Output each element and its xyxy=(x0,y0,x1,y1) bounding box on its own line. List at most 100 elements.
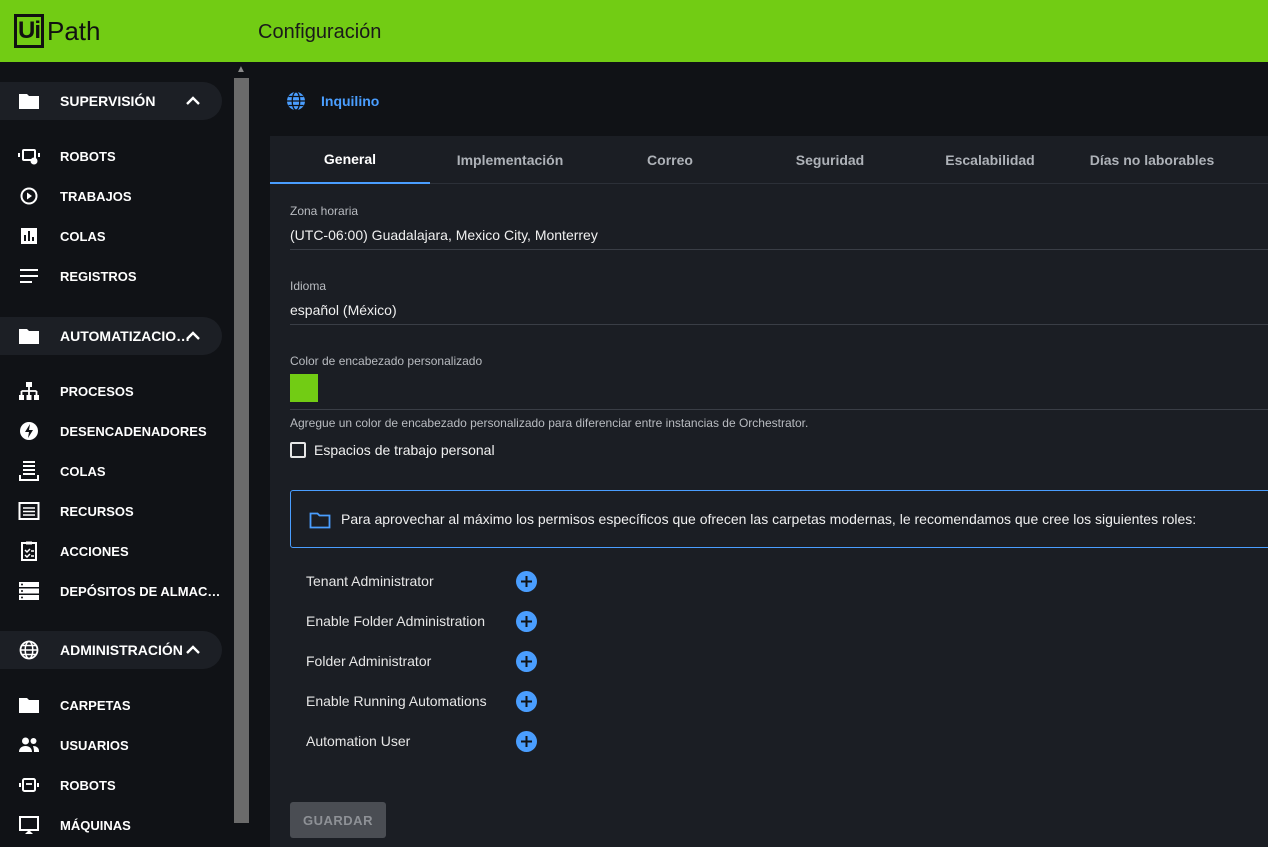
sidebar-item-label: ACCIONES xyxy=(60,543,129,559)
sidebar-item-label: ROBOTS xyxy=(60,777,116,793)
plus-icon xyxy=(521,576,532,587)
folder-icon xyxy=(19,698,39,713)
tenant-label: Inquilino xyxy=(321,93,380,109)
sidebar-item-usuarios[interactable]: USUARIOS xyxy=(0,730,222,760)
timezone-value[interactable]: (UTC-06:00) Guadalajara, Mexico City, Mo… xyxy=(290,227,1268,243)
role-row: Tenant Administrator xyxy=(306,570,566,594)
sidebar-item-robots[interactable]: ROBOTS xyxy=(0,141,222,171)
role-label: Enable Running Automations xyxy=(306,693,487,709)
sidebar-item-label: MÁQUINAS xyxy=(60,817,131,833)
role-row: Automation User xyxy=(306,730,566,754)
uipath-logo[interactable]: Ui Path xyxy=(14,14,101,48)
folder-icon xyxy=(19,94,39,109)
bolt-icon xyxy=(20,422,38,440)
sidebar-item-label: CARPETAS xyxy=(60,697,131,713)
role-label: Tenant Administrator xyxy=(306,573,434,589)
plus-icon xyxy=(521,736,532,747)
add-role-button[interactable] xyxy=(516,691,537,712)
sidebar-item-robots-admin[interactable]: ROBOTS xyxy=(0,770,222,800)
logo-box: Ui xyxy=(14,14,44,48)
sidebar-item-registros[interactable]: REGISTROS xyxy=(0,261,222,291)
sidebar-item-label: COLAS xyxy=(60,463,106,479)
chevron-up-icon[interactable] xyxy=(184,327,202,345)
sidebar-section-label: SUPERVISIÓN xyxy=(60,93,156,109)
sidebar-item-label: DESENCADENADORES xyxy=(60,423,207,439)
robot-monitor-icon xyxy=(18,149,40,165)
sidebar-item-label: REGISTROS xyxy=(60,268,137,284)
sidebar-item-colas-auto[interactable]: COLAS xyxy=(0,456,222,486)
role-row: Enable Folder Administration xyxy=(306,610,566,634)
machine-icon xyxy=(19,816,39,834)
sidebar-item-acciones[interactable]: ACCIONES xyxy=(0,536,222,566)
header-color-field: Color de encabezado personalizado xyxy=(290,354,1268,410)
language-field[interactable]: Idioma español (México) xyxy=(290,279,1268,325)
timezone-field[interactable]: Zona horaria (UTC-06:00) Guadalajara, Me… xyxy=(290,204,1268,250)
sidebar-section-supervision[interactable]: SUPERVISIÓN xyxy=(0,82,222,120)
bar-chart-icon xyxy=(21,228,37,244)
sidebar-section-administracion[interactable]: ADMINISTRACIÓN xyxy=(0,631,222,669)
add-role-button[interactable] xyxy=(516,651,537,672)
play-circle-icon xyxy=(20,187,38,205)
field-underline xyxy=(290,324,1268,325)
folder-outline-icon xyxy=(309,512,331,529)
sidebar-item-label: TRABAJOS xyxy=(60,188,132,204)
add-role-button[interactable] xyxy=(516,571,537,592)
sidebar-item-label: RECURSOS xyxy=(60,503,134,519)
role-row: Enable Running Automations xyxy=(306,690,566,714)
sidebar-item-label: ROBOTS xyxy=(60,148,116,164)
storage-icon xyxy=(19,582,39,600)
lines-icon xyxy=(20,269,38,283)
app-header: Ui Path Configuración xyxy=(0,0,1268,62)
asset-list-icon xyxy=(18,502,40,520)
plus-icon xyxy=(521,656,532,667)
sidebar-item-depositos[interactable]: DEPÓSITOS DE ALMAC… xyxy=(0,576,222,606)
header-color-swatch[interactable] xyxy=(290,374,318,402)
globe-icon xyxy=(19,640,39,660)
plus-icon xyxy=(521,696,532,707)
page-title: Configuración xyxy=(258,21,382,43)
role-row: Folder Administrator xyxy=(306,650,566,674)
logo-text: Path xyxy=(47,15,101,46)
tab-correo[interactable]: Correo xyxy=(590,136,750,184)
add-role-button[interactable] xyxy=(516,731,537,752)
timezone-caption: Zona horaria xyxy=(290,204,359,218)
sidebar-item-trabajos[interactable]: TRABAJOS xyxy=(0,181,222,211)
sidebar-scrollbar-thumb[interactable] xyxy=(234,78,249,823)
add-role-button[interactable] xyxy=(516,611,537,632)
sidebar-section-automatizaciones[interactable]: AUTOMATIZACIO… xyxy=(0,317,222,355)
hierarchy-icon xyxy=(19,382,39,400)
role-label: Automation User xyxy=(306,733,411,749)
sidebar-item-label: DEPÓSITOS DE ALMAC… xyxy=(60,583,221,599)
scroll-up-arrow-icon[interactable]: ▲ xyxy=(236,64,246,75)
sidebar-item-desencadenadores[interactable]: DESENCADENADORES xyxy=(0,416,222,446)
queue-stack-icon xyxy=(19,461,39,481)
personal-workspaces-checkbox[interactable] xyxy=(290,442,306,458)
sidebar-item-maquinas[interactable]: MÁQUINAS xyxy=(0,810,222,840)
tab-general[interactable]: General xyxy=(270,136,430,184)
robot-icon xyxy=(19,778,39,792)
save-button[interactable]: GUARDAR xyxy=(290,802,386,838)
plus-icon xyxy=(521,616,532,627)
sidebar-item-procesos[interactable]: PROCESOS xyxy=(0,376,222,406)
sidebar-item-label: USUARIOS xyxy=(60,737,129,753)
chevron-up-icon[interactable] xyxy=(184,92,202,110)
language-value[interactable]: español (México) xyxy=(290,302,1268,318)
header-color-hint: Agregue un color de encabezado personali… xyxy=(290,416,809,430)
tab-dias-no-laborables[interactable]: Días no laborables xyxy=(1072,136,1232,184)
tab-seguridad[interactable]: Seguridad xyxy=(750,136,910,184)
sidebar-item-colas[interactable]: COLAS xyxy=(0,221,222,251)
users-icon xyxy=(19,737,39,752)
sidebar-item-carpetas[interactable]: CARPETAS xyxy=(0,690,222,720)
language-caption: Idioma xyxy=(290,279,327,293)
sidebar-section-label: AUTOMATIZACIO… xyxy=(60,328,191,344)
sidebar-item-recursos[interactable]: RECURSOS xyxy=(0,496,222,526)
globe-icon xyxy=(287,91,305,111)
chevron-up-icon[interactable] xyxy=(184,641,202,659)
personal-workspaces-label: Espacios de trabajo personal xyxy=(314,442,495,458)
tab-escalabilidad[interactable]: Escalabilidad xyxy=(910,136,1070,184)
personal-workspaces-row[interactable]: Espacios de trabajo personal xyxy=(290,442,495,458)
tenant-heading: Inquilino xyxy=(286,90,379,112)
sidebar-item-label: COLAS xyxy=(60,228,106,244)
header-color-caption: Color de encabezado personalizado xyxy=(290,354,483,368)
tab-implementacion[interactable]: Implementación xyxy=(430,136,590,184)
